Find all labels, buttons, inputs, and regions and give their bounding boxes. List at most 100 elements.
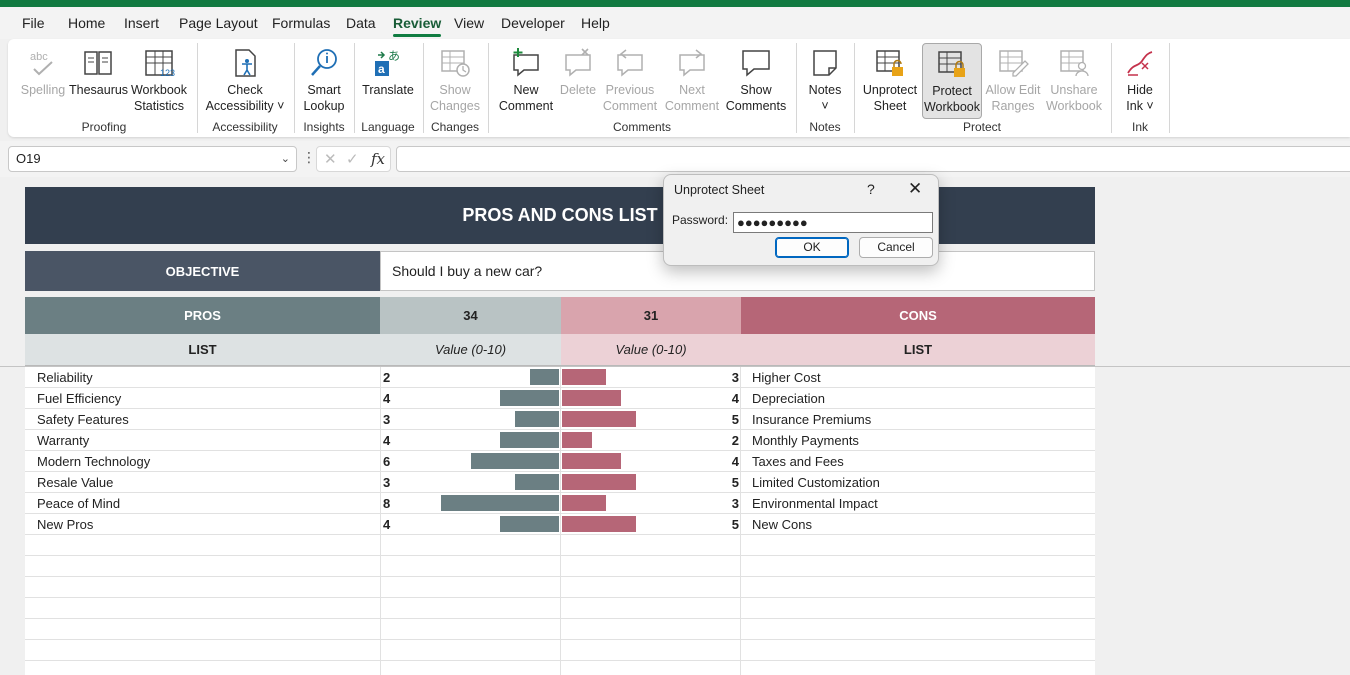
tab-review[interactable]: Review bbox=[393, 15, 442, 37]
pro-item-name[interactable]: New Pros bbox=[37, 514, 93, 535]
cons-total[interactable]: 31 bbox=[561, 297, 741, 334]
cons-header[interactable]: CONS bbox=[741, 297, 1095, 334]
pros-list-label[interactable]: LIST bbox=[25, 334, 380, 366]
cons-value-label[interactable]: Value (0-10) bbox=[561, 334, 741, 366]
close-icon[interactable]: ✕ bbox=[908, 179, 922, 199]
con-item-value[interactable]: 4 bbox=[729, 388, 739, 409]
con-item-name[interactable]: Limited Customization bbox=[752, 472, 880, 493]
workbook-statistics-button[interactable]: 123 Workbook Statistics bbox=[128, 43, 190, 119]
name-box[interactable]: O19 ⌄ bbox=[8, 146, 297, 172]
con-item-value[interactable]: 5 bbox=[729, 472, 739, 493]
thesaurus-button[interactable]: Thesaurus bbox=[69, 43, 128, 119]
con-value-bar bbox=[562, 390, 621, 406]
tab-insert[interactable]: Insert bbox=[124, 15, 159, 31]
con-item-value[interactable]: 2 bbox=[729, 430, 739, 451]
show-changes-button[interactable]: Show Changes bbox=[429, 43, 481, 119]
cancel-button[interactable]: Cancel bbox=[859, 237, 933, 258]
notes-button[interactable]: Notes ˅ bbox=[803, 43, 847, 119]
new-comment-label: New Comment bbox=[498, 83, 554, 113]
protect-workbook-button[interactable]: Protect Workbook bbox=[922, 43, 982, 119]
con-item-value[interactable]: 5 bbox=[729, 409, 739, 430]
smart-lookup-button[interactable]: Smart Lookup bbox=[300, 43, 348, 119]
pro-item-value[interactable]: 3 bbox=[383, 409, 390, 430]
notes-icon bbox=[809, 47, 841, 79]
more-options-icon[interactable]: ⋮ bbox=[302, 149, 316, 166]
pro-item-name[interactable]: Modern Technology bbox=[37, 451, 150, 472]
translate-button[interactable]: aあ Translate bbox=[360, 43, 416, 119]
con-item-name[interactable]: Higher Cost bbox=[752, 367, 821, 388]
pro-item-name[interactable]: Fuel Efficiency bbox=[37, 388, 121, 409]
pro-value-bar bbox=[500, 516, 559, 532]
con-item-name[interactable]: Insurance Premiums bbox=[752, 409, 871, 430]
hide-ink-button[interactable]: Hide Ink ˅ bbox=[1118, 43, 1162, 119]
hide-ink-icon bbox=[1124, 47, 1156, 79]
con-item-value[interactable]: 4 bbox=[729, 451, 739, 472]
smart-lookup-icon bbox=[308, 47, 340, 79]
allow-edit-ranges-button[interactable]: Allow Edit Ranges bbox=[983, 43, 1043, 119]
unshare-workbook-label: Unshare Workbook bbox=[1045, 83, 1103, 113]
tab-file[interactable]: File bbox=[22, 15, 45, 31]
show-comments-button[interactable]: Show Comments bbox=[724, 43, 788, 119]
enter-check-icon[interactable]: ✓ bbox=[346, 150, 359, 168]
previous-comment-icon bbox=[614, 47, 646, 79]
check-accessibility-button[interactable]: Check Accessibility ˅ bbox=[203, 43, 287, 119]
pro-item-name[interactable]: Reliability bbox=[37, 367, 93, 388]
tab-view[interactable]: View bbox=[454, 15, 484, 31]
unprotect-sheet-button[interactable]: Unprotect Sheet bbox=[860, 43, 920, 119]
title-bar-strip bbox=[0, 0, 1350, 7]
con-item-name[interactable]: New Cons bbox=[752, 514, 812, 535]
con-item-name[interactable]: Taxes and Fees bbox=[752, 451, 844, 472]
password-label: Password: bbox=[672, 213, 729, 227]
next-comment-button[interactable]: Next Comment bbox=[662, 43, 722, 119]
insert-function-icon[interactable]: fx bbox=[371, 150, 385, 168]
pro-item-name[interactable]: Warranty bbox=[37, 430, 89, 451]
pro-item-value[interactable]: 6 bbox=[383, 451, 390, 472]
con-item-name[interactable]: Depreciation bbox=[752, 388, 825, 409]
pro-item-value[interactable]: 8 bbox=[383, 493, 390, 514]
tab-formulas[interactable]: Formulas bbox=[272, 15, 330, 31]
password-field[interactable]: ●●●●●●●●● bbox=[733, 212, 933, 233]
tab-data[interactable]: Data bbox=[346, 15, 376, 31]
tab-help[interactable]: Help bbox=[581, 15, 610, 31]
pro-item-name[interactable]: Resale Value bbox=[37, 472, 113, 493]
tab-home[interactable]: Home bbox=[68, 15, 105, 31]
group-separator bbox=[197, 43, 198, 133]
pros-value-label[interactable]: Value (0-10) bbox=[380, 334, 561, 366]
formula-input[interactable] bbox=[396, 146, 1350, 172]
pro-item-value[interactable]: 2 bbox=[383, 367, 390, 388]
tab-developer[interactable]: Developer bbox=[501, 15, 565, 31]
pro-item-value[interactable]: 4 bbox=[383, 388, 390, 409]
show-comments-icon bbox=[740, 47, 772, 79]
pro-item-name[interactable]: Safety Features bbox=[37, 409, 129, 430]
previous-comment-button[interactable]: Previous Comment bbox=[600, 43, 660, 119]
protect-workbook-label: Protect Workbook bbox=[923, 84, 981, 114]
delete-comment-button[interactable]: Delete bbox=[557, 43, 599, 119]
cancel-icon[interactable]: ✕ bbox=[324, 150, 337, 168]
ok-button[interactable]: OK bbox=[775, 237, 849, 258]
pros-total[interactable]: 34 bbox=[380, 297, 561, 334]
tab-page-layout[interactable]: Page Layout bbox=[179, 15, 258, 31]
pros-header[interactable]: PROS bbox=[25, 297, 380, 334]
chevron-down-icon[interactable]: ⌄ bbox=[281, 147, 290, 171]
help-icon[interactable]: ? bbox=[867, 181, 875, 197]
con-value-bar bbox=[562, 432, 592, 448]
pro-item-value[interactable]: 4 bbox=[383, 430, 390, 451]
con-value-bar bbox=[562, 495, 607, 511]
con-item-name[interactable]: Monthly Payments bbox=[752, 430, 859, 451]
cons-list-label[interactable]: LIST bbox=[741, 334, 1095, 366]
con-item-value[interactable]: 3 bbox=[729, 367, 739, 388]
con-item-value[interactable]: 3 bbox=[729, 493, 739, 514]
pro-item-value[interactable]: 4 bbox=[383, 514, 390, 535]
con-item-value[interactable]: 5 bbox=[729, 514, 739, 535]
objective-label[interactable]: OBJECTIVE bbox=[25, 251, 380, 291]
con-item-name[interactable]: Environmental Impact bbox=[752, 493, 878, 514]
group-ink-label: Ink bbox=[1131, 120, 1148, 134]
pro-item-name[interactable]: Peace of Mind bbox=[37, 493, 120, 514]
unprotect-sheet-icon bbox=[874, 47, 906, 79]
unprotect-sheet-label: Unprotect Sheet bbox=[862, 83, 918, 113]
new-comment-button[interactable]: New Comment bbox=[496, 43, 556, 119]
pro-item-value[interactable]: 3 bbox=[383, 472, 390, 493]
spelling-button[interactable]: abc Spelling bbox=[18, 43, 68, 119]
group-separator bbox=[294, 43, 295, 133]
unshare-workbook-button[interactable]: Unshare Workbook bbox=[1044, 43, 1104, 119]
